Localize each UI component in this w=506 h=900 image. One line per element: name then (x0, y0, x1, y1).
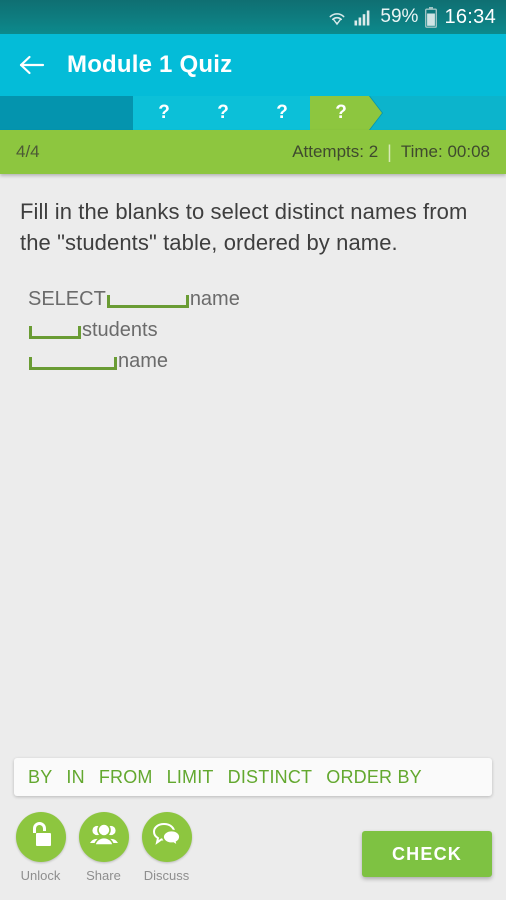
meta-separator: | (387, 141, 392, 162)
discuss-label: Discuss (143, 868, 190, 883)
unlock-label: Unlock (20, 868, 61, 883)
progress-step-label: ? (217, 102, 229, 123)
fill-in-blanks-code: SELECT name students name (20, 284, 486, 373)
battery-percent: 59% (380, 6, 419, 27)
word-bank: BY IN FROM LIMIT DISTINCT ORDER BY (14, 758, 492, 796)
word-option-in[interactable]: IN (66, 767, 84, 788)
question-position: 4/4 (16, 142, 40, 161)
progress-strip-start (0, 96, 150, 130)
blank-input-2[interactable] (29, 326, 81, 339)
unlock-button[interactable]: Unlock (14, 812, 67, 883)
code-token-students: students (82, 319, 158, 341)
quiz-meta: Attempts: 2 | Time: 00:08 (292, 142, 490, 163)
elapsed-time: Time: 00:08 (400, 142, 490, 161)
question-prompt: Fill in the blanks to select distinct na… (20, 199, 468, 255)
check-button[interactable]: CHECK (362, 831, 492, 877)
progress-step-label: ? (335, 102, 347, 123)
share-button[interactable]: Share (77, 812, 130, 883)
discuss-button[interactable]: Discuss (140, 812, 193, 883)
code-line-1: SELECT name (28, 284, 486, 311)
status-bar: 59% 16:34 (0, 0, 506, 34)
back-arrow-icon[interactable] (18, 54, 45, 76)
attempts-counter: Attempts: 2 (292, 142, 379, 161)
question-content: Fill in the blanks to select distinct na… (0, 174, 506, 736)
action-buttons: Unlock Share Discuss (14, 812, 193, 883)
word-option-by[interactable]: BY (28, 767, 52, 788)
quiz-stats-bar: 4/4 Attempts: 2 | Time: 00:08 (0, 130, 506, 174)
share-label: Share (86, 868, 121, 883)
share-button-circle (78, 812, 129, 862)
bottom-action-bar: Unlock Share Discuss CHECK (0, 805, 506, 900)
word-option-distinct[interactable]: DISTINCT (228, 767, 313, 788)
page-title: Module 1 Quiz (67, 51, 233, 78)
progress-step-4-current[interactable]: ? (310, 96, 382, 130)
discuss-button-circle (141, 812, 192, 862)
word-option-from[interactable]: FROM (99, 767, 153, 788)
status-clock: 16:34 (444, 5, 496, 28)
progress-step-label: ? (158, 102, 170, 123)
quiz-progress-bar: ? ? ? ? (0, 96, 506, 130)
code-keyword-select: SELECT (28, 288, 106, 310)
blank-input-3[interactable] (29, 357, 117, 370)
blank-input-1[interactable] (106, 295, 189, 308)
code-line-2: students (28, 315, 486, 342)
app-bar: Module 1 Quiz (0, 34, 506, 96)
word-option-limit[interactable]: LIMIT (167, 767, 214, 788)
wifi-icon (327, 7, 347, 27)
signal-bars-icon (354, 9, 373, 26)
unlock-button-circle (15, 812, 66, 862)
speech-bubbles-icon (152, 821, 182, 853)
code-token-name-2: name (118, 350, 169, 372)
unlock-padlock-icon (28, 820, 54, 855)
progress-step-label: ? (276, 102, 288, 123)
code-token-name-1: name (189, 288, 240, 310)
battery-icon (425, 6, 438, 28)
people-group-icon (89, 822, 119, 853)
code-line-3: name (28, 346, 486, 373)
progress-strip-end (370, 96, 506, 130)
word-option-order-by[interactable]: ORDER BY (326, 767, 422, 788)
